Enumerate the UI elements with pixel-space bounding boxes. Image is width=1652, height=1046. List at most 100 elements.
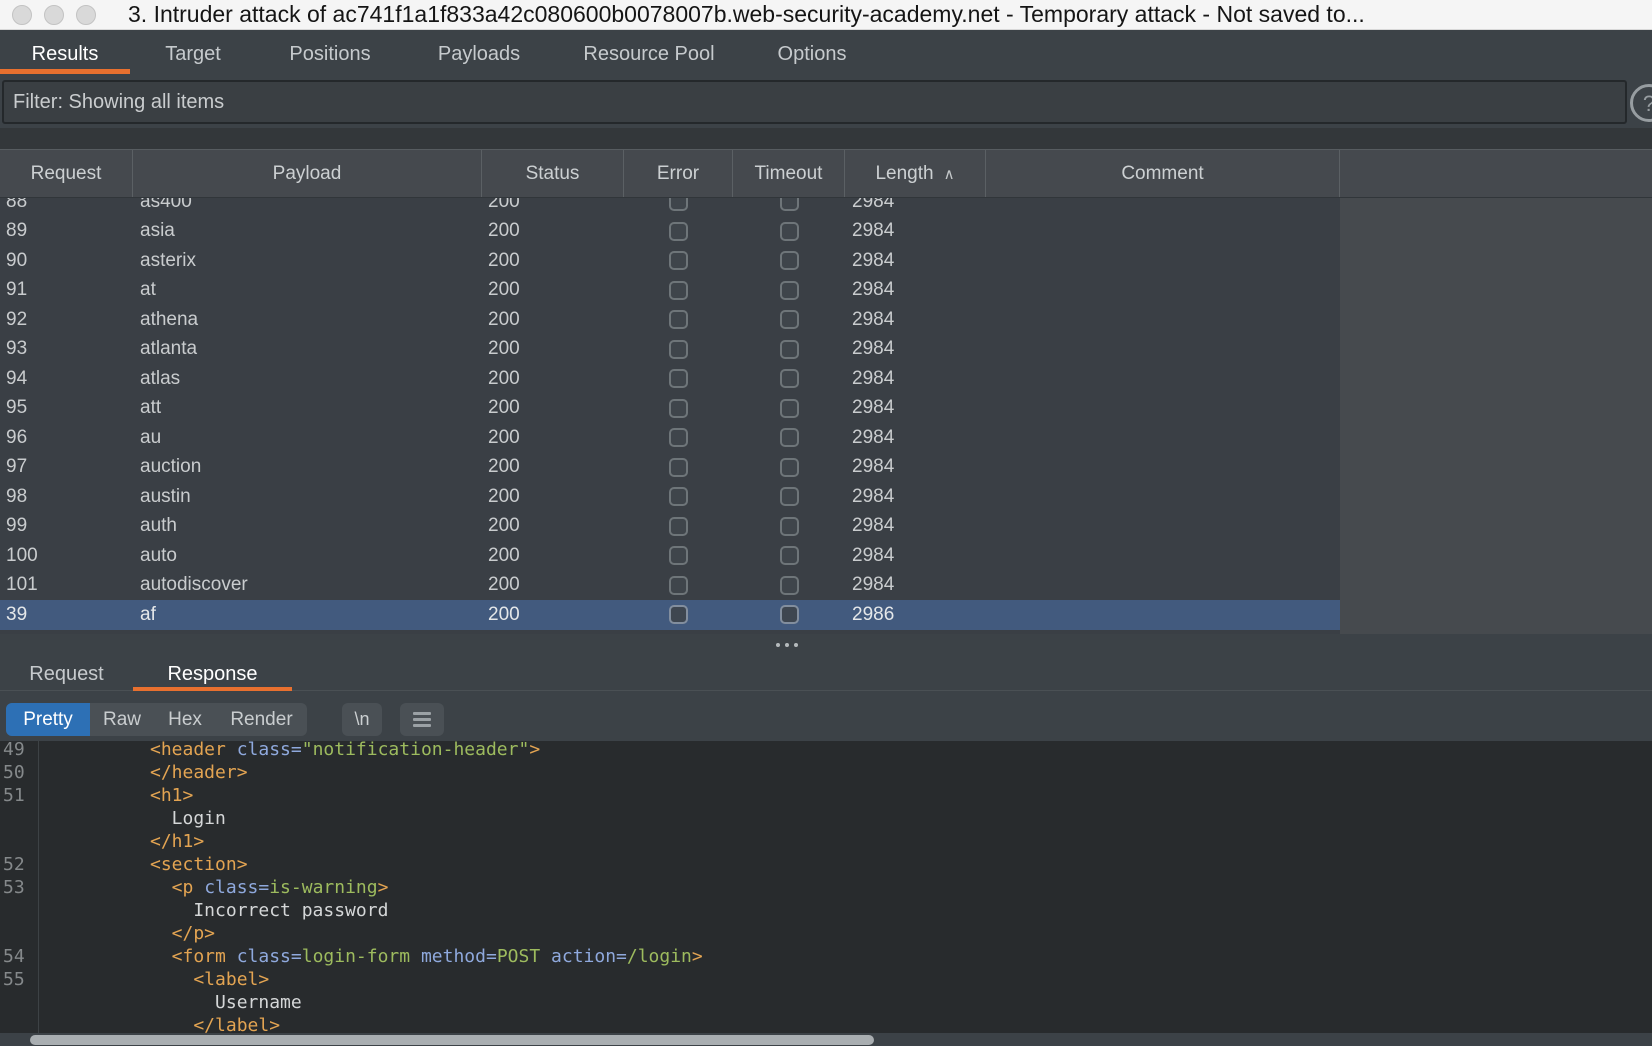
table-row[interactable]: 94 atlas 200 2984: [0, 364, 1340, 394]
help-icon[interactable]: ?: [1630, 84, 1652, 122]
horizontal-scrollbar[interactable]: [0, 1033, 1652, 1046]
error-checkbox[interactable]: [669, 428, 688, 447]
column-header-request[interactable]: Request: [0, 150, 133, 197]
nav-tab-resource-pool[interactable]: Resource Pool: [554, 30, 744, 78]
error-checkbox[interactable]: [669, 340, 688, 359]
sort-ascending-icon: ∧: [944, 165, 955, 183]
code-line: 51 <h1>: [0, 784, 1652, 807]
cell-request: 91: [0, 279, 133, 301]
message-tab-request[interactable]: Request: [0, 658, 133, 691]
nav-tab-positions[interactable]: Positions: [256, 30, 404, 78]
timeout-checkbox[interactable]: [780, 517, 799, 536]
error-checkbox[interactable]: [669, 369, 688, 388]
table-row[interactable]: 39 af 200 2986: [0, 600, 1340, 630]
cell-payload: af: [133, 604, 482, 626]
error-checkbox[interactable]: [669, 458, 688, 477]
nav-tab-options[interactable]: Options: [744, 30, 880, 78]
intruder-attack-window: 3. Intruder attack of ac741f1a1f833a42c0…: [0, 0, 1652, 1046]
error-checkbox[interactable]: [669, 546, 688, 565]
column-header-payload[interactable]: Payload: [133, 150, 482, 197]
code-line: </h1>: [0, 830, 1652, 853]
table-row[interactable]: 90 asterix 200 2984: [0, 246, 1340, 276]
timeout-checkbox[interactable]: [780, 399, 799, 418]
error-checkbox[interactable]: [669, 310, 688, 329]
error-checkbox[interactable]: [669, 281, 688, 300]
message-tab-response[interactable]: Response: [133, 658, 292, 691]
table-row[interactable]: 98 austin 200 2984: [0, 482, 1340, 512]
timeout-checkbox[interactable]: [780, 340, 799, 359]
horizontal-scrollbar-thumb[interactable]: [30, 1035, 874, 1045]
view-mode-hex[interactable]: Hex: [154, 703, 216, 736]
column-header-length[interactable]: Length ∧: [845, 150, 986, 197]
table-row[interactable]: 89 asia 200 2984: [0, 217, 1340, 247]
table-row[interactable]: 99 auth 200 2984: [0, 512, 1340, 542]
code-line: 53 <p class=is-warning>: [0, 876, 1652, 899]
column-header-timeout[interactable]: Timeout: [733, 150, 845, 197]
column-header-status[interactable]: Status: [482, 150, 624, 197]
timeout-checkbox[interactable]: [780, 251, 799, 270]
table-row[interactable]: 88 as400 200 2984: [0, 198, 1340, 217]
intruder-tab-bar: ResultsTargetPositionsPayloadsResource P…: [0, 30, 1652, 78]
error-checkbox[interactable]: [669, 517, 688, 536]
table-row[interactable]: 95 att 200 2984: [0, 394, 1340, 424]
timeout-checkbox[interactable]: [780, 310, 799, 329]
error-checkbox[interactable]: [669, 222, 688, 241]
close-button[interactable]: [12, 5, 32, 25]
view-mode-render[interactable]: Render: [216, 703, 307, 736]
table-row[interactable]: 100 auto 200 2984: [0, 541, 1340, 571]
cell-status: 200: [482, 279, 624, 301]
table-row[interactable]: 97 auction 200 2984: [0, 453, 1340, 483]
gutter-divider: [38, 741, 39, 1046]
error-checkbox[interactable]: [669, 251, 688, 270]
filter-band: Filter: Showing all items ?: [0, 78, 1652, 128]
column-header-comment[interactable]: Comment: [986, 150, 1340, 197]
error-checkbox[interactable]: [669, 576, 688, 595]
filter-status-text: Filter: Showing all items: [13, 91, 224, 114]
zoom-button[interactable]: [76, 5, 96, 25]
table-row[interactable]: 91 at 200 2984: [0, 276, 1340, 306]
show-newlines-button[interactable]: \n: [342, 703, 382, 736]
table-row[interactable]: 101 autodiscover 200 2984: [0, 571, 1340, 601]
table-row[interactable]: 96 au 200 2984: [0, 423, 1340, 453]
timeout-checkbox[interactable]: [780, 458, 799, 477]
timeout-checkbox[interactable]: [780, 546, 799, 565]
line-number: 53: [3, 876, 25, 899]
cell-status: 200: [482, 427, 624, 449]
timeout-checkbox[interactable]: [780, 369, 799, 388]
cell-payload: atlas: [133, 368, 482, 390]
timeout-checkbox[interactable]: [780, 428, 799, 447]
table-row[interactable]: 92 athena 200 2984: [0, 305, 1340, 335]
cell-request: 89: [0, 220, 133, 242]
table-row[interactable]: 93 atlanta 200 2984: [0, 335, 1340, 365]
cell-request: 39: [0, 604, 133, 626]
filter-bar[interactable]: Filter: Showing all items: [2, 80, 1627, 124]
view-mode-pretty[interactable]: Pretty: [6, 703, 90, 736]
timeout-checkbox[interactable]: [780, 605, 799, 624]
code-line: </p>: [0, 922, 1652, 945]
timeout-checkbox[interactable]: [780, 576, 799, 595]
timeout-checkbox[interactable]: [780, 281, 799, 300]
error-checkbox[interactable]: [669, 605, 688, 624]
nav-tab-payloads[interactable]: Payloads: [404, 30, 554, 78]
timeout-checkbox[interactable]: [780, 222, 799, 241]
menu-icon[interactable]: [400, 703, 444, 736]
cell-payload: auth: [133, 515, 482, 537]
cell-payload: autodiscover: [133, 574, 482, 596]
nav-tab-target[interactable]: Target: [130, 30, 256, 78]
timeout-checkbox[interactable]: [780, 487, 799, 506]
timeout-checkbox[interactable]: [780, 198, 799, 211]
cell-payload: as400: [133, 198, 482, 213]
error-checkbox[interactable]: [669, 198, 688, 211]
response-code-viewer[interactable]: 49 <header class="notification-header"> …: [0, 741, 1652, 1046]
cell-status: 200: [482, 250, 624, 272]
column-header-error[interactable]: Error: [624, 150, 733, 197]
error-checkbox[interactable]: [669, 487, 688, 506]
nav-tab-results[interactable]: Results: [0, 30, 130, 78]
cell-status: 200: [482, 604, 624, 626]
cell-length: 2984: [845, 515, 986, 537]
error-checkbox[interactable]: [669, 399, 688, 418]
splitter-handle[interactable]: [0, 634, 1652, 658]
cell-status: 200: [482, 220, 624, 242]
minimize-button[interactable]: [44, 5, 64, 25]
view-mode-raw[interactable]: Raw: [90, 703, 154, 736]
